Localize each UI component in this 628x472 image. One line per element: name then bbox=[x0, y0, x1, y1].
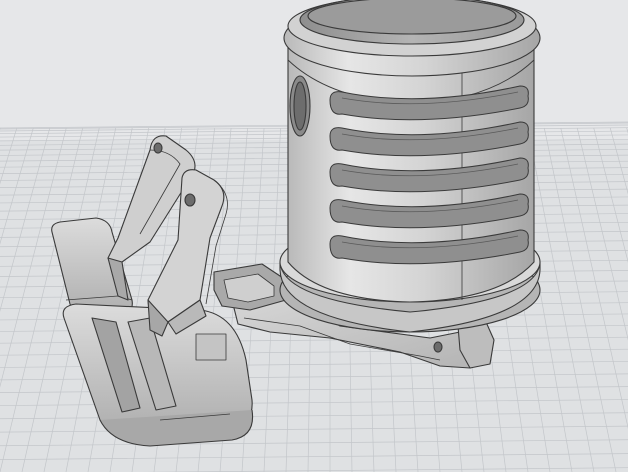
scene-canvas bbox=[0, 0, 628, 472]
cad-viewport[interactable] bbox=[0, 0, 628, 472]
